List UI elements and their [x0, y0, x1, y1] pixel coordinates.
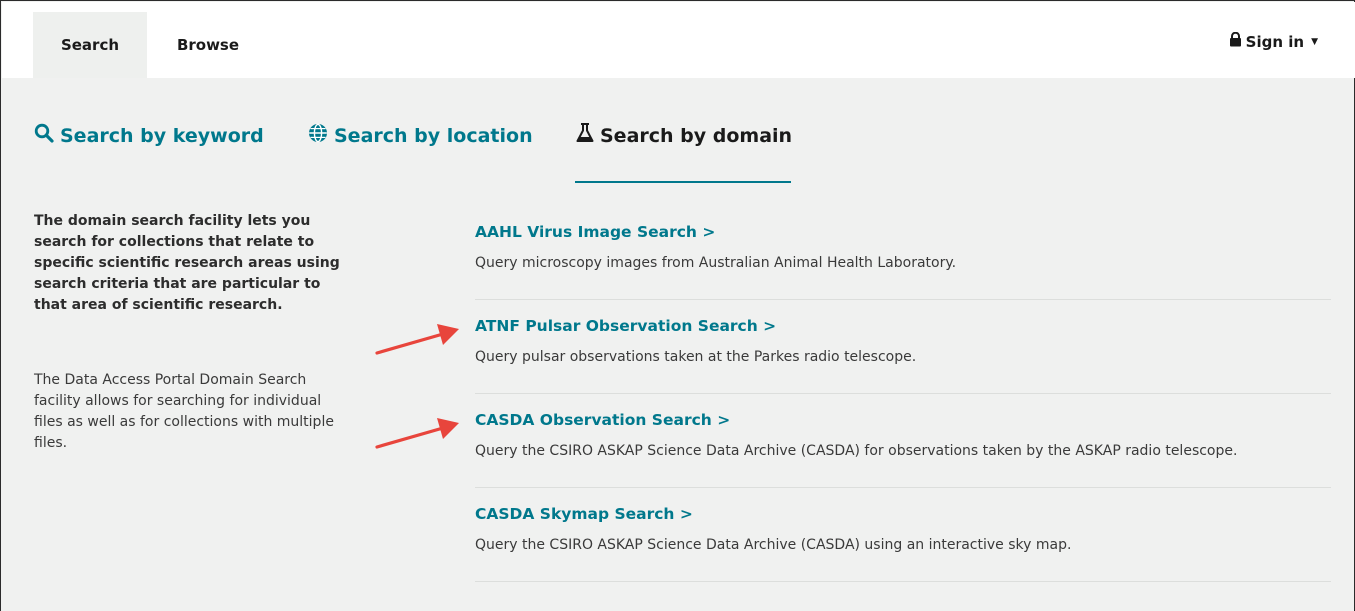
list-item: ATNF Pulsar Observation Search > Query p…	[475, 300, 1331, 394]
tab-search-by-domain[interactable]: Search by domain	[576, 123, 792, 148]
result-description: Query microscopy images from Australian …	[475, 255, 957, 271]
top-navbar: Search Browse Sign in ▼	[2, 2, 1355, 78]
caret-down-icon: ▼	[1311, 36, 1318, 47]
tab-search-by-location[interactable]: Search by location	[308, 123, 533, 148]
tab-search-by-keyword[interactable]: Search by keyword	[34, 123, 264, 148]
intro-summary: The domain search facility lets you sear…	[34, 213, 340, 313]
sign-in-label: Sign in	[1245, 32, 1305, 51]
tab-label: Search by location	[334, 124, 533, 147]
casda-skymap-search-link[interactable]: CASDA Skymap Search >	[475, 502, 1331, 526]
atnf-pulsar-observation-search-link[interactable]: ATNF Pulsar Observation Search >	[475, 314, 1331, 338]
tab-label: Search by keyword	[60, 124, 264, 147]
nav-tab-browse[interactable]: Browse	[147, 12, 269, 78]
casda-observation-search-link[interactable]: CASDA Observation Search >	[475, 408, 1331, 432]
list-item: CASDA Observation Search > Query the CSI…	[475, 394, 1331, 488]
lock-icon	[1229, 31, 1242, 51]
active-tab-indicator	[575, 181, 791, 183]
page-frame: Search Browse Sign in ▼ Search by keywor…	[0, 0, 1355, 611]
annotation-arrow-icon	[375, 324, 459, 355]
nav-tab-search[interactable]: Search	[33, 12, 147, 78]
search-icon	[34, 123, 54, 148]
globe-icon	[308, 123, 328, 148]
domain-search-list: AAHL Virus Image Search > Query microsco…	[475, 206, 1331, 582]
flask-icon	[576, 123, 594, 148]
result-description: Query pulsar observations taken at the P…	[475, 349, 917, 365]
list-item: AAHL Virus Image Search > Query microsco…	[475, 206, 1331, 300]
result-description: Query the CSIRO ASKAP Science Data Archi…	[475, 443, 1238, 459]
annotation-arrow-icon	[375, 418, 459, 449]
list-item: CASDA Skymap Search > Query the CSIRO AS…	[475, 488, 1331, 582]
tab-label: Search by domain	[600, 124, 793, 147]
sign-in-menu[interactable]: Sign in ▼	[1229, 31, 1318, 51]
intro-description: The Data Access Portal Domain Search fac…	[34, 372, 334, 451]
aahl-virus-image-search-link[interactable]: AAHL Virus Image Search >	[475, 220, 1331, 244]
result-description: Query the CSIRO ASKAP Science Data Archi…	[475, 537, 1072, 553]
